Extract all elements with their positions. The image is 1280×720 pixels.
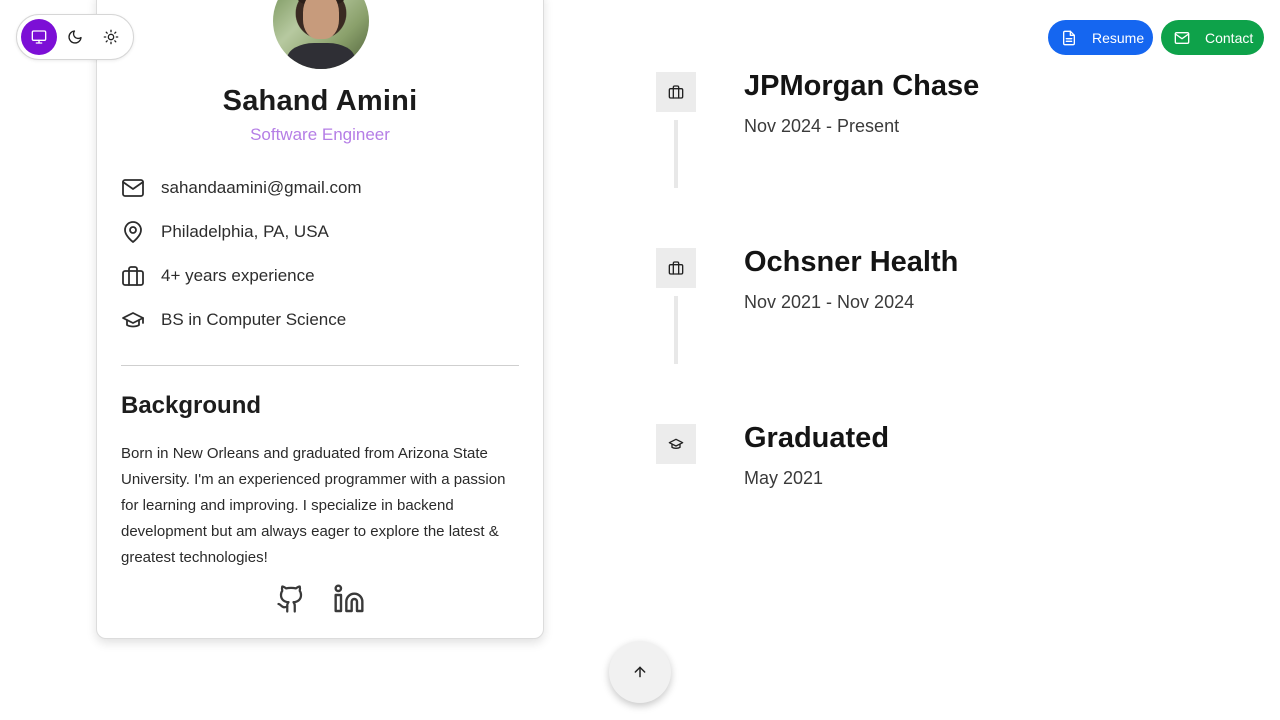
theme-switcher xyxy=(16,14,134,60)
education-row: BS in Computer Science xyxy=(121,308,346,332)
timeline-connector xyxy=(674,120,678,188)
resume-button[interactable]: Resume xyxy=(1048,20,1153,55)
arrow-up-icon xyxy=(634,666,646,678)
theme-system-button[interactable] xyxy=(21,19,57,55)
profile-card: Sahand Amini Software Engineer sahandaam… xyxy=(96,0,544,639)
timeline-icon-ochsner xyxy=(656,248,696,288)
map-pin-icon xyxy=(121,220,145,244)
mail-icon xyxy=(121,176,145,200)
briefcase-icon xyxy=(121,264,145,288)
scroll-to-top-button[interactable] xyxy=(609,641,671,703)
avatar xyxy=(273,0,369,69)
linkedin-link[interactable] xyxy=(333,583,365,615)
timeline-date: Nov 2024 - Present xyxy=(744,116,900,136)
sun-icon xyxy=(103,29,119,45)
profile-name: Sahand Amini xyxy=(222,85,418,117)
social-links xyxy=(97,583,543,615)
resume-label: Resume xyxy=(1092,29,1145,46)
experience-row: 4+ years experience xyxy=(121,264,315,288)
graduation-cap-icon xyxy=(668,438,684,449)
timeline-title: Graduated xyxy=(744,422,890,454)
github-link[interactable] xyxy=(275,583,307,615)
timeline-icon-graduated xyxy=(656,424,696,464)
email-row: sahandaamini@gmail.com xyxy=(121,176,362,200)
briefcase-icon xyxy=(668,85,684,99)
moon-icon xyxy=(68,30,82,44)
contact-label: Contact xyxy=(1205,29,1254,46)
email-text: sahandaamini@gmail.com xyxy=(161,178,362,197)
location-row: Philadelphia, PA, USA xyxy=(121,220,329,244)
graduation-cap-icon xyxy=(121,308,145,332)
briefcase-icon xyxy=(668,261,684,275)
timeline-date: May 2021 xyxy=(744,468,824,488)
background-title: Background xyxy=(121,392,262,419)
theme-light-button[interactable] xyxy=(93,19,129,55)
timeline-title: JPMorgan Chase xyxy=(744,70,980,102)
monitor-icon xyxy=(31,30,47,44)
linkedin-icon xyxy=(334,584,364,613)
divider xyxy=(121,365,519,366)
profile-role: Software Engineer xyxy=(250,125,390,144)
timeline-title: Ochsner Health xyxy=(744,246,959,278)
experience-text: 4+ years experience xyxy=(161,266,315,285)
background-text: Born in New Orleans and graduated from A… xyxy=(121,445,506,566)
timeline-date: Nov 2021 - Nov 2024 xyxy=(744,292,915,312)
mail-icon xyxy=(1174,31,1190,44)
contact-button[interactable]: Contact xyxy=(1161,20,1264,55)
timeline-icon-jpmorgan xyxy=(656,72,696,112)
education-text: BS in Computer Science xyxy=(161,310,347,329)
timeline-connector xyxy=(674,296,678,364)
github-icon xyxy=(277,585,303,613)
file-text-icon xyxy=(1063,30,1075,45)
theme-dark-button[interactable] xyxy=(57,19,93,55)
location-text: Philadelphia, PA, USA xyxy=(161,222,329,241)
